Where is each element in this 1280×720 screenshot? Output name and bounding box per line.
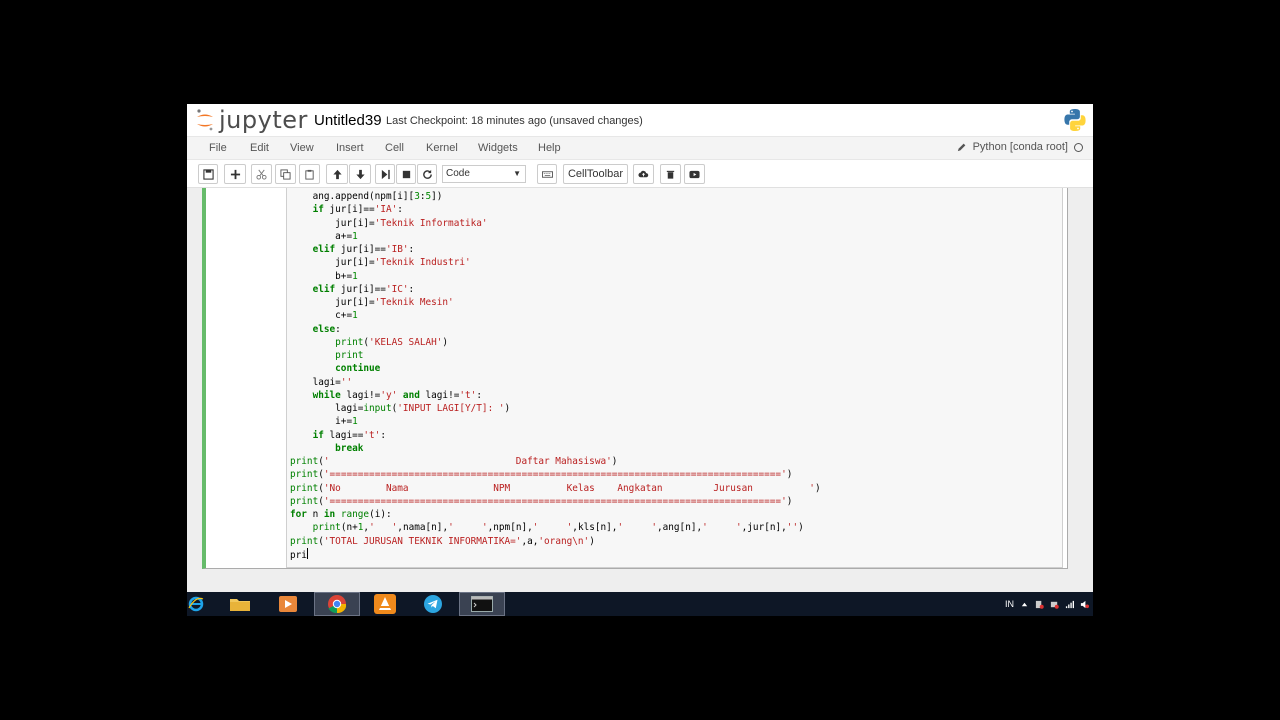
stop-icon bbox=[402, 170, 410, 178]
internet-explorer-icon bbox=[188, 596, 204, 612]
media-player-icon bbox=[279, 596, 297, 612]
checkpoint-status: Last Checkpoint: 18 minutes ago (unsaved… bbox=[386, 115, 643, 127]
action-center-icon[interactable] bbox=[1035, 600, 1044, 609]
code-editor[interactable]: ang.append(npm[i][3:5]) if jur[i]=='IA':… bbox=[286, 188, 1063, 568]
interrupt-button[interactable] bbox=[396, 164, 416, 184]
upload-button[interactable] bbox=[633, 164, 654, 184]
move-down-button[interactable] bbox=[349, 164, 371, 184]
refresh-icon bbox=[422, 169, 432, 179]
text-cursor bbox=[306, 547, 308, 559]
notebook-title[interactable]: Untitled39 bbox=[314, 112, 382, 129]
cell-prompt bbox=[206, 188, 286, 568]
arrow-down-icon bbox=[355, 169, 365, 179]
taskbar-command-prompt[interactable] bbox=[459, 592, 505, 616]
paste-button[interactable] bbox=[299, 164, 320, 184]
menu-kernel[interactable]: Kernel bbox=[426, 142, 458, 154]
menu-file[interactable]: File bbox=[209, 142, 227, 154]
python-logo-icon bbox=[1064, 109, 1086, 131]
menu-insert[interactable]: Insert bbox=[336, 142, 364, 154]
jupyter-logo-icon bbox=[197, 109, 213, 131]
volume-muted-icon[interactable] bbox=[1080, 600, 1089, 609]
command-prompt-icon bbox=[471, 596, 493, 612]
copy-icon bbox=[280, 168, 291, 180]
paste-icon bbox=[305, 169, 314, 180]
celltoolbar-button[interactable]: CellToolbar bbox=[563, 164, 628, 184]
windows-taskbar: IN bbox=[187, 592, 1093, 616]
menu-view[interactable]: View bbox=[290, 142, 314, 154]
language-indicator[interactable]: IN bbox=[1005, 599, 1014, 609]
signal-icon[interactable] bbox=[1065, 600, 1074, 609]
jupyter-logo[interactable]: jupyter bbox=[195, 106, 308, 134]
code-cell[interactable]: ang.append(npm[i][3:5]) if jur[i]=='IA':… bbox=[202, 188, 1068, 569]
cut-button[interactable] bbox=[251, 164, 272, 184]
system-tray: IN bbox=[1005, 592, 1093, 616]
command-palette-button[interactable] bbox=[537, 164, 557, 184]
menu-edit[interactable]: Edit bbox=[250, 142, 269, 154]
taskbar-internet-explorer[interactable] bbox=[187, 592, 205, 616]
toolbar: Code ▼ CellToolbar bbox=[187, 160, 1093, 188]
taskbar-media-player[interactable] bbox=[268, 592, 308, 616]
kernel-indicator: Python [conda root] bbox=[957, 141, 1083, 153]
youtube-play-icon bbox=[689, 170, 700, 178]
taskbar-chrome[interactable] bbox=[314, 592, 360, 616]
jupyter-logo-text: jupyter bbox=[219, 106, 308, 134]
copy-button[interactable] bbox=[275, 164, 296, 184]
menu-cell[interactable]: Cell bbox=[385, 142, 404, 154]
arrow-up-icon bbox=[332, 169, 342, 179]
menu-help[interactable]: Help bbox=[538, 142, 561, 154]
show-hidden-icons-icon[interactable] bbox=[1020, 600, 1029, 609]
save-icon bbox=[202, 168, 214, 180]
present-button[interactable] bbox=[684, 164, 705, 184]
folder-icon bbox=[230, 599, 250, 611]
trash-icon bbox=[666, 170, 675, 179]
notebook-bottom bbox=[187, 582, 1093, 592]
taskbar-vlc[interactable] bbox=[365, 592, 405, 616]
pencil-icon[interactable] bbox=[957, 142, 967, 152]
save-button[interactable] bbox=[198, 164, 218, 184]
vlc-icon bbox=[374, 594, 396, 614]
move-up-button[interactable] bbox=[326, 164, 348, 184]
cloud-upload-icon bbox=[638, 170, 649, 177]
notebook-area: ang.append(npm[i][3:5]) if jur[i]=='IA':… bbox=[187, 188, 1093, 582]
keyboard-icon bbox=[541, 170, 553, 178]
celltoolbar-label: CellToolbar bbox=[567, 168, 624, 180]
taskbar-telegram[interactable] bbox=[413, 592, 453, 616]
network-alert-icon[interactable] bbox=[1050, 600, 1059, 609]
taskbar-file-explorer[interactable] bbox=[220, 592, 260, 616]
cell-type-value: Code bbox=[446, 168, 470, 179]
insert-cell-button[interactable] bbox=[224, 164, 246, 184]
plus-icon bbox=[230, 169, 240, 179]
step-forward-icon bbox=[381, 169, 390, 179]
code-text[interactable]: ang.append(npm[i][3:5]) if jur[i]=='IA':… bbox=[287, 188, 1062, 562]
delete-button[interactable] bbox=[660, 164, 681, 184]
run-button[interactable] bbox=[375, 164, 395, 184]
scissors-icon bbox=[256, 169, 267, 180]
restart-button[interactable] bbox=[417, 164, 437, 184]
kernel-status-icon bbox=[1074, 142, 1083, 152]
cell-type-select[interactable]: Code ▼ bbox=[442, 165, 526, 183]
telegram-icon bbox=[424, 595, 442, 613]
menubar: File Edit View Insert Cell Kernel Widget… bbox=[187, 136, 1093, 160]
header: jupyter Untitled39 Last Checkpoint: 18 m… bbox=[187, 104, 1093, 136]
kernel-name: Python [conda root] bbox=[972, 141, 1068, 153]
chrome-icon bbox=[328, 595, 347, 614]
jupyter-window: jupyter Untitled39 Last Checkpoint: 18 m… bbox=[187, 104, 1093, 616]
caret-down-icon: ▼ bbox=[513, 169, 521, 178]
menu-widgets[interactable]: Widgets bbox=[478, 142, 518, 154]
